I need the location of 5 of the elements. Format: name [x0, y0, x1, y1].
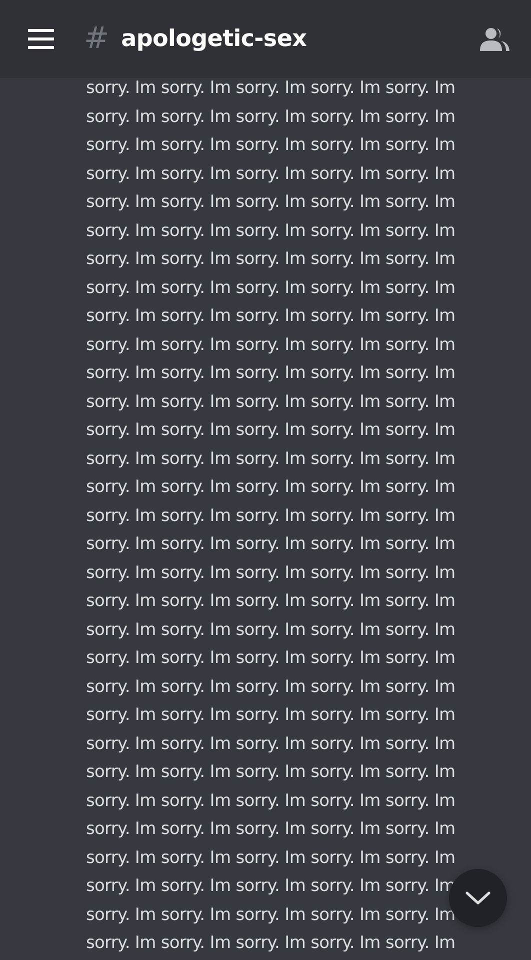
chevron-down-icon — [465, 891, 491, 905]
channel-title: apologetic-sex — [121, 26, 307, 52]
members-icon[interactable] — [480, 27, 510, 51]
channel-hash: # — [84, 24, 110, 54]
menu-icon[interactable] — [28, 29, 54, 49]
